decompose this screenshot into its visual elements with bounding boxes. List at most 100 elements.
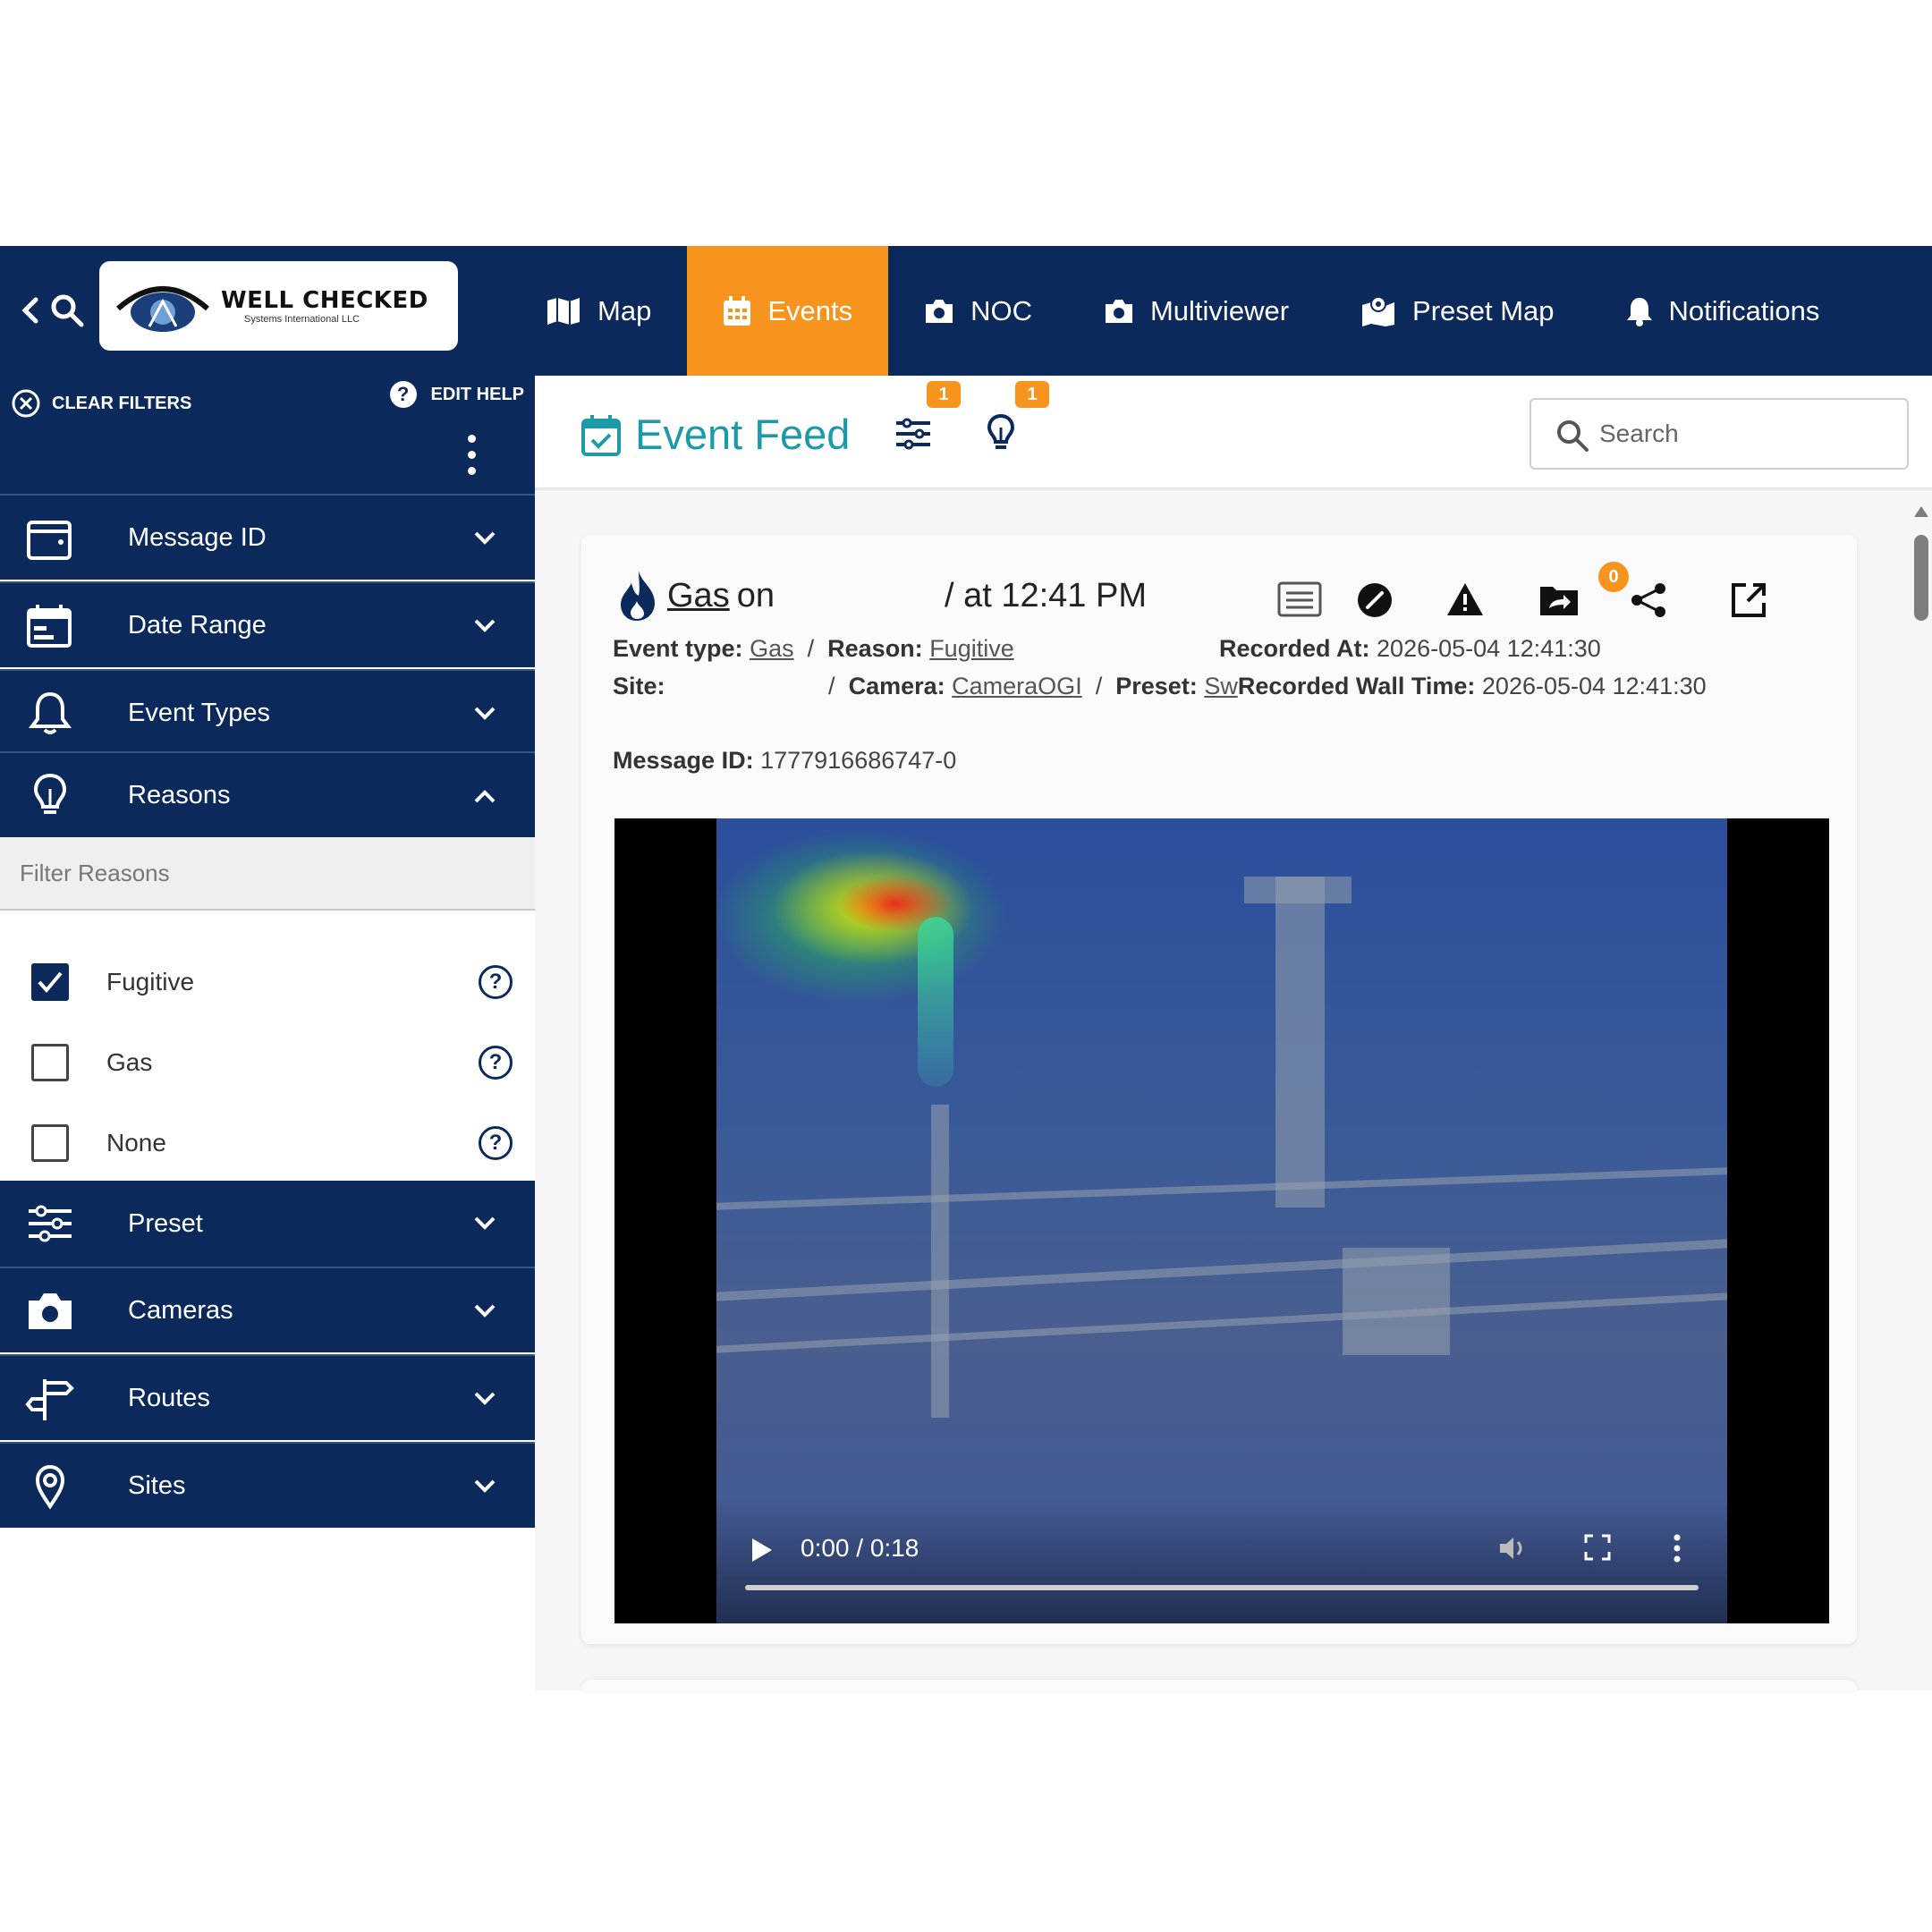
reason-item-fugitive[interactable]: Fugitive ? — [0, 946, 535, 1018]
sidebar-section-label: Date Range — [128, 610, 267, 640]
dismiss-icon[interactable] — [1356, 581, 1394, 619]
wall-time-label: Recorded Wall Time: — [1237, 673, 1476, 699]
flame-icon — [621, 571, 655, 621]
scrollbar[interactable] — [1912, 499, 1932, 1699]
scrollbar-thumb[interactable] — [1914, 535, 1928, 621]
filter-sliders-icon[interactable] — [893, 413, 934, 454]
sidebar-section-cameras[interactable]: Cameras — [0, 1267, 535, 1352]
sidebar-section-message-id[interactable]: Message ID — [0, 494, 535, 580]
sidebar-section-label: Cameras — [128, 1295, 233, 1325]
edit-help-button[interactable]: ? EDIT HELP — [389, 381, 524, 408]
reason-label: Fugitive — [106, 968, 195, 996]
video-more-options-icon[interactable] — [1670, 1532, 1684, 1564]
fullscreen-icon[interactable] — [1582, 1532, 1613, 1563]
warning-icon[interactable] — [1445, 581, 1485, 617]
event-type-value[interactable]: Gas — [750, 635, 794, 662]
date-range-icon — [27, 605, 72, 648]
eye-logo-icon — [116, 286, 209, 332]
nav-notifications[interactable]: Notifications — [1590, 246, 1856, 376]
logo-name: WELL CHECKED — [221, 287, 428, 314]
next-event-card — [581, 1680, 1857, 1692]
chevron-down-icon — [474, 1392, 496, 1405]
filter-count-badge: 1 — [927, 381, 961, 408]
reason-value[interactable]: Fugitive — [929, 635, 1014, 662]
checkbox-unchecked[interactable] — [31, 1124, 69, 1162]
chevron-down-icon — [474, 1479, 496, 1493]
scroll-up-arrow-icon[interactable] — [1914, 506, 1928, 517]
search-input[interactable]: Search — [1530, 398, 1909, 470]
recorded-at-value: 2026-05-04 12:41:30 — [1377, 635, 1601, 662]
clear-filters-button[interactable]: CLEAR FILTERS — [11, 388, 191, 419]
sidebar-section-label: Reasons — [128, 780, 231, 809]
help-icon: ? — [389, 381, 417, 408]
sidebar-section-routes[interactable]: Routes — [0, 1354, 535, 1440]
nav-map-label: Map — [597, 294, 652, 326]
sidebar-section-date-range[interactable]: Date Range — [0, 581, 535, 667]
sidebar-section-sites[interactable]: Sites — [0, 1442, 535, 1528]
clear-filters-label: CLEAR FILTERS — [52, 393, 192, 413]
recorded-at-row: Recorded At: 2026-05-04 12:41:30 — [1219, 635, 1601, 663]
nav-map[interactable]: Map — [510, 246, 687, 376]
message-id-value: 1777916686747-0 — [760, 747, 957, 774]
recorded-at-label: Recorded At: — [1219, 635, 1370, 662]
calendar-check-icon — [581, 414, 621, 456]
nav-noc[interactable]: NOC — [888, 246, 1068, 376]
event-card: Gas on / at 12:41 PM 0 Event type: Gas /… — [581, 535, 1857, 1644]
reason-item-gas[interactable]: Gas ? — [0, 1027, 535, 1098]
play-icon[interactable] — [752, 1538, 772, 1562]
nav-preset-map[interactable]: Preset Map — [1325, 246, 1590, 376]
main-nav: Map Events NOC Multiviewer Preset Map No… — [510, 246, 1855, 376]
volume-icon[interactable] — [1496, 1532, 1529, 1564]
help-icon[interactable]: ? — [479, 1046, 513, 1080]
event-feed-list[interactable]: Gas on / at 12:41 PM 0 Event type: Gas /… — [535, 490, 1932, 1692]
sidebar-section-preset[interactable]: Preset — [0, 1181, 535, 1267]
checkbox-unchecked[interactable] — [31, 1044, 69, 1081]
forward-folder-icon[interactable] — [1538, 581, 1580, 617]
reasons-list: Fugitive ? Gas ? None ? — [0, 911, 535, 1181]
bell-icon — [29, 691, 72, 734]
chevron-down-icon — [474, 531, 496, 545]
back-chevron-icon[interactable] — [16, 292, 43, 328]
video-progress-bar[interactable] — [745, 1585, 1699, 1590]
preset-value[interactable]: Sw — [1204, 673, 1238, 699]
message-id-label: Message ID: — [613, 747, 754, 774]
wall-time-value: 2026-05-04 12:41:30 — [1481, 673, 1707, 699]
help-icon[interactable]: ? — [479, 1126, 513, 1160]
sidebar-section-label: Routes — [128, 1383, 210, 1412]
reason-label: None — [106, 1129, 166, 1157]
gas-plume — [918, 917, 953, 1087]
top-navigation-bar: WELL CHECKED Systems International LLC M… — [0, 246, 1932, 376]
sidebar-section-reasons[interactable]: Reasons — [0, 751, 535, 837]
reason-item-none[interactable]: None ? — [0, 1107, 535, 1179]
map-pin-icon — [1362, 295, 1395, 326]
event-type-row: Event type: Gas / Reason: Fugitive — [613, 635, 1014, 662]
open-external-icon[interactable] — [1730, 581, 1767, 619]
chevron-up-icon — [474, 790, 496, 803]
checkbox-checked[interactable] — [31, 963, 69, 1001]
filter-sidebar: CLEAR FILTERS ? EDIT HELP Message ID Dat… — [0, 376, 535, 1530]
company-logo[interactable]: WELL CHECKED Systems International LLC — [99, 261, 458, 351]
event-video-player[interactable]: 0:00 / 0:18 — [614, 818, 1829, 1623]
nav-noc-label: NOC — [970, 294, 1032, 326]
nav-notifications-label: Notifications — [1668, 294, 1820, 326]
event-type-link[interactable]: Gas — [667, 577, 730, 615]
lightbulb-icon[interactable] — [980, 413, 1021, 454]
camera-value[interactable]: CameraOGI — [952, 673, 1082, 699]
help-icon[interactable]: ? — [479, 965, 513, 999]
main-panel: Event Feed 1 1 Search Gas on / at 12:41 … — [535, 376, 1932, 1692]
share-icon[interactable] — [1630, 581, 1667, 619]
page-title-text: Event Feed — [635, 411, 851, 458]
checkmark-icon — [38, 971, 63, 994]
sidebar-section-event-types[interactable]: Event Types — [0, 669, 535, 755]
nav-events[interactable]: Events — [687, 246, 889, 376]
nav-events-label: Events — [767, 294, 853, 326]
nav-multiviewer-label: Multiviewer — [1149, 294, 1290, 326]
more-options-icon[interactable] — [465, 435, 478, 476]
sidebar-section-label: Message ID — [128, 522, 267, 552]
nav-multiviewer[interactable]: Multiviewer — [1068, 246, 1325, 376]
notes-icon[interactable] — [1277, 581, 1322, 617]
chevron-down-icon — [474, 707, 496, 720]
filter-reasons-input[interactable]: Filter Reasons — [0, 837, 535, 911]
sidebar-section-label: Event Types — [128, 698, 271, 727]
search-icon[interactable] — [49, 292, 85, 328]
